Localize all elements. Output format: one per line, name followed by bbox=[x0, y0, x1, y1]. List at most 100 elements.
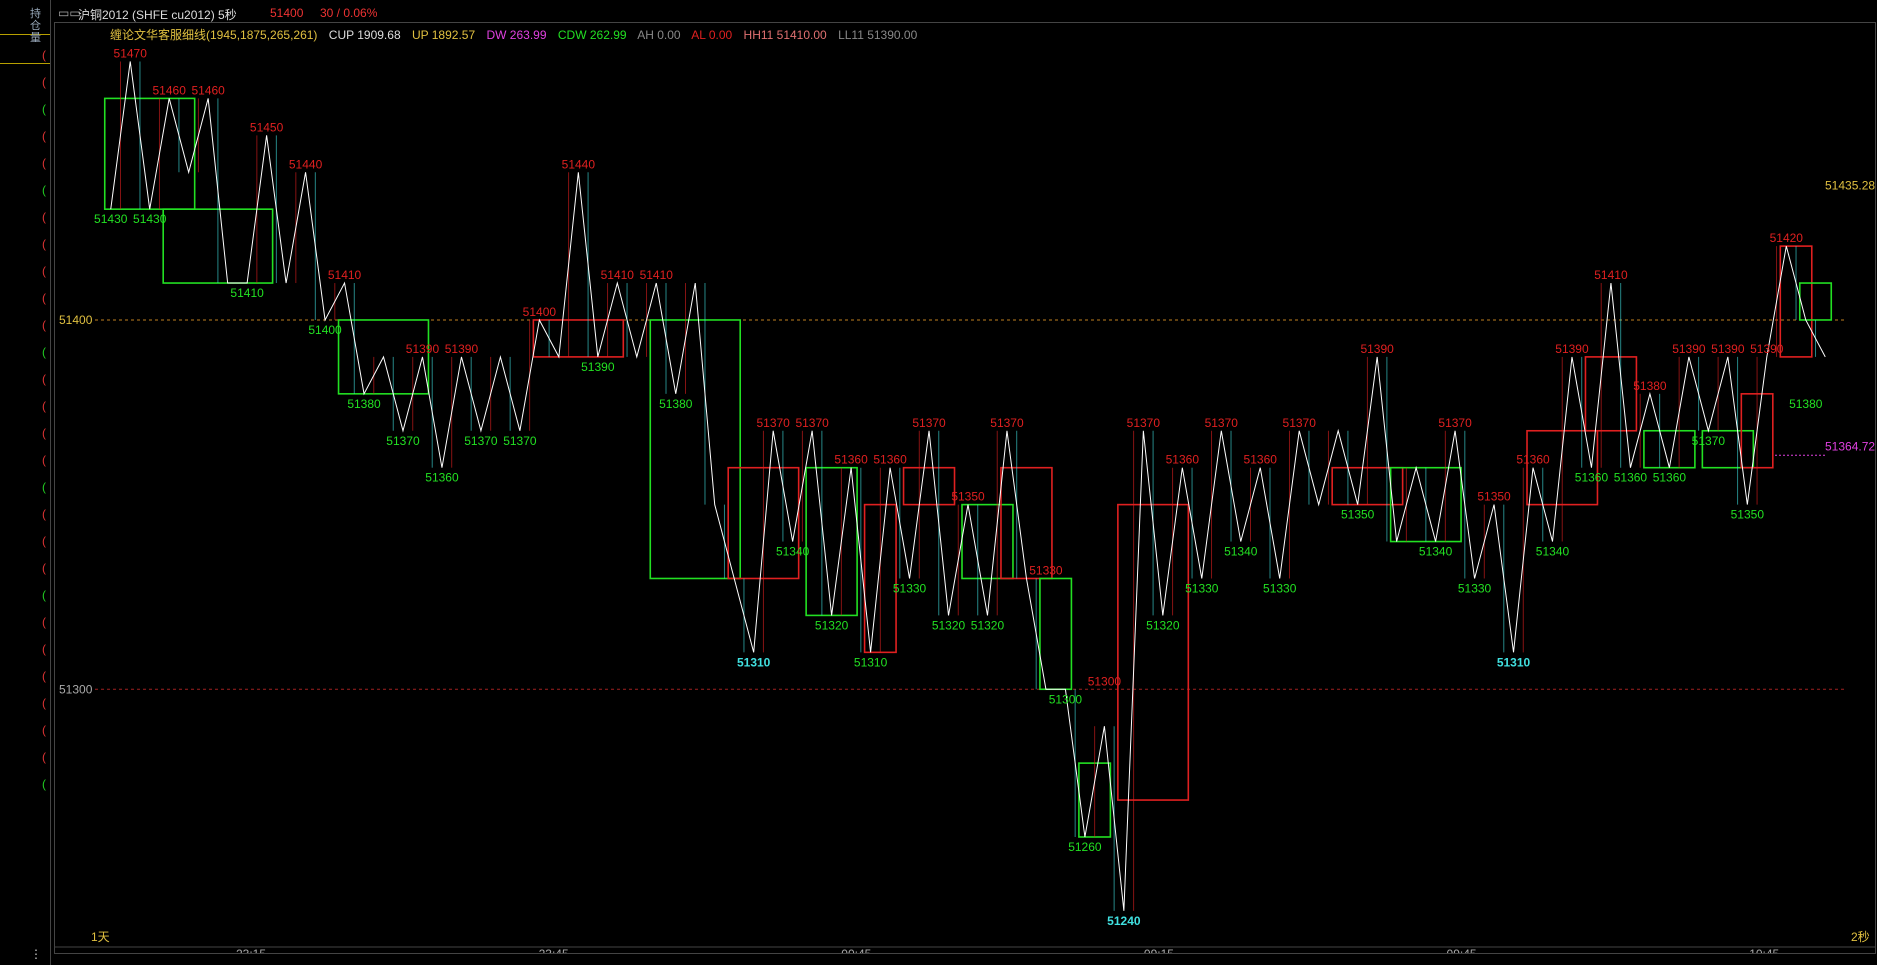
left-strip-mark: ( bbox=[42, 480, 46, 494]
price-label: 51430 bbox=[133, 212, 167, 226]
central-box bbox=[1039, 577, 1073, 691]
central-box bbox=[902, 466, 956, 506]
left-strip-mark: ( bbox=[42, 453, 46, 467]
left-strip-mark: ( bbox=[42, 723, 46, 737]
price-label: 51360 bbox=[1653, 471, 1687, 485]
price-label: 51390 bbox=[1750, 342, 1784, 356]
price-label: 51360 bbox=[1614, 471, 1648, 485]
chart-frame[interactable]: 51400 51300 51470 51460 51460 51450 51440 51410… bbox=[54, 22, 1876, 954]
period-selector[interactable]: 5秒 bbox=[218, 6, 237, 23]
left-strip-mark: ( bbox=[42, 750, 46, 764]
x-tick-label: 09:15 bbox=[1144, 947, 1174, 953]
price-label: 51380 bbox=[347, 397, 381, 411]
left-strip-mark: ( bbox=[42, 696, 46, 710]
stroke-line bbox=[110, 61, 1826, 911]
left-strip-mark: ( bbox=[42, 75, 46, 89]
price-label: 51300 bbox=[1088, 674, 1122, 688]
corner-label-right: 2秒 bbox=[1851, 930, 1870, 944]
price-label: 51350 bbox=[1731, 508, 1765, 522]
price-label: 51410 bbox=[328, 268, 362, 282]
price-label: 51370 bbox=[990, 416, 1024, 430]
price-label: 51460 bbox=[191, 83, 225, 97]
price-label: 51440 bbox=[289, 157, 323, 171]
indicator-ll: LL11 51390.00 bbox=[838, 28, 918, 42]
symbol-label[interactable]: 沪铜2012 (SHFE cu2012) bbox=[78, 6, 215, 23]
central-box bbox=[1643, 429, 1696, 469]
left-strip-mark: ( bbox=[42, 669, 46, 683]
left-strip-more-icon[interactable]: ⋮ bbox=[30, 947, 42, 961]
indicator-name: 缠论文华客服细线(1945,1875,265,261) bbox=[110, 28, 318, 42]
price-label: 51340 bbox=[1419, 545, 1453, 559]
central-box bbox=[1000, 466, 1053, 580]
price-label: 51420 bbox=[1770, 231, 1804, 245]
price-label: 51390 bbox=[1672, 342, 1706, 356]
left-strip-mark: ( bbox=[42, 102, 46, 116]
price-label: 51410 bbox=[640, 268, 674, 282]
left-strip-mark: ( bbox=[42, 426, 46, 440]
price-label: 51390 bbox=[1711, 342, 1745, 356]
price-label: 51340 bbox=[1224, 545, 1258, 559]
price-label: 51330 bbox=[1263, 581, 1297, 595]
price-label: 51370 bbox=[1438, 416, 1472, 430]
price-label: 51370 bbox=[1127, 416, 1161, 430]
left-strip-mark: ( bbox=[42, 48, 46, 62]
price-label: 51370 bbox=[1692, 434, 1726, 448]
left-strip-mark: ( bbox=[42, 318, 46, 332]
corner-label-left: 1天 bbox=[91, 930, 110, 944]
left-strip-mark: ( bbox=[42, 399, 46, 413]
left-strip-mark: ( bbox=[42, 507, 46, 521]
x-tick-label: 10:45 bbox=[1749, 947, 1779, 953]
indicator-cup: CUP 1909.68 bbox=[328, 28, 401, 42]
left-strip-mark: ( bbox=[42, 561, 46, 575]
left-strip-mark: ( bbox=[42, 183, 46, 197]
central-box bbox=[532, 319, 625, 358]
price-label: 51360 bbox=[425, 471, 459, 485]
price-label: 51310 bbox=[854, 655, 888, 669]
price-label: 51370 bbox=[503, 434, 537, 448]
right-value-label: 51364.72 bbox=[1825, 439, 1875, 453]
left-strip-mark: ( bbox=[42, 156, 46, 170]
price-label: 51370 bbox=[464, 434, 498, 448]
price-label: 51410 bbox=[1594, 268, 1628, 282]
x-tick-label: 09:45 bbox=[1447, 947, 1477, 953]
left-strip-mark: ( bbox=[42, 129, 46, 143]
left-strip-mark: ( bbox=[42, 615, 46, 629]
price-label: 51360 bbox=[1166, 453, 1200, 467]
price-label: 51430 bbox=[94, 212, 128, 226]
price-label: 51370 bbox=[912, 416, 946, 430]
left-strip-mark: ( bbox=[42, 291, 46, 305]
price-label: 51330 bbox=[1458, 581, 1492, 595]
price-label: 51370 bbox=[756, 416, 790, 430]
y-tick-label: 51400 bbox=[59, 313, 93, 327]
price-label: 51370 bbox=[1283, 416, 1317, 430]
left-indicator-strip: 持仓量 ⋮ (((((((((((((((((((((((((((( bbox=[0, 0, 51, 965]
price-label: 51320 bbox=[932, 618, 966, 632]
price-label: 51360 bbox=[834, 453, 868, 467]
x-tick-label: 23:45 bbox=[539, 947, 569, 953]
price-label: 51410 bbox=[230, 286, 264, 300]
price-label: 51400 bbox=[308, 323, 342, 337]
price-label: 51330 bbox=[1185, 581, 1219, 595]
price-label: 51390 bbox=[1555, 342, 1589, 356]
price-label: 51360 bbox=[1516, 453, 1550, 467]
price-label: 51330 bbox=[1029, 563, 1063, 577]
left-strip-mark: ( bbox=[42, 237, 46, 251]
price-label: 51410 bbox=[601, 268, 635, 282]
price-label: 51360 bbox=[1244, 453, 1278, 467]
price-label: 51440 bbox=[562, 157, 596, 171]
left-strip-mark: ( bbox=[42, 642, 46, 656]
price-label: 51310 bbox=[737, 655, 771, 669]
price-label: 51460 bbox=[153, 83, 187, 97]
price-label: 51390 bbox=[445, 342, 479, 356]
left-strip-mark: ( bbox=[42, 372, 46, 386]
price-label: 51390 bbox=[581, 360, 615, 374]
indicator-dw: DW 263.99 bbox=[486, 28, 547, 42]
price-label: 51400 bbox=[523, 305, 557, 319]
price-label: 51330 bbox=[893, 581, 927, 595]
price-label: 51380 bbox=[1789, 397, 1823, 411]
indicator-up: UP 1892.57 bbox=[411, 28, 476, 42]
price-label: 51370 bbox=[1205, 416, 1239, 430]
price-label: 51380 bbox=[659, 397, 693, 411]
price-label: 51320 bbox=[815, 618, 849, 632]
price-chart[interactable]: 51400 51300 51470 51460 51460 51450 51440 51410… bbox=[55, 23, 1875, 953]
